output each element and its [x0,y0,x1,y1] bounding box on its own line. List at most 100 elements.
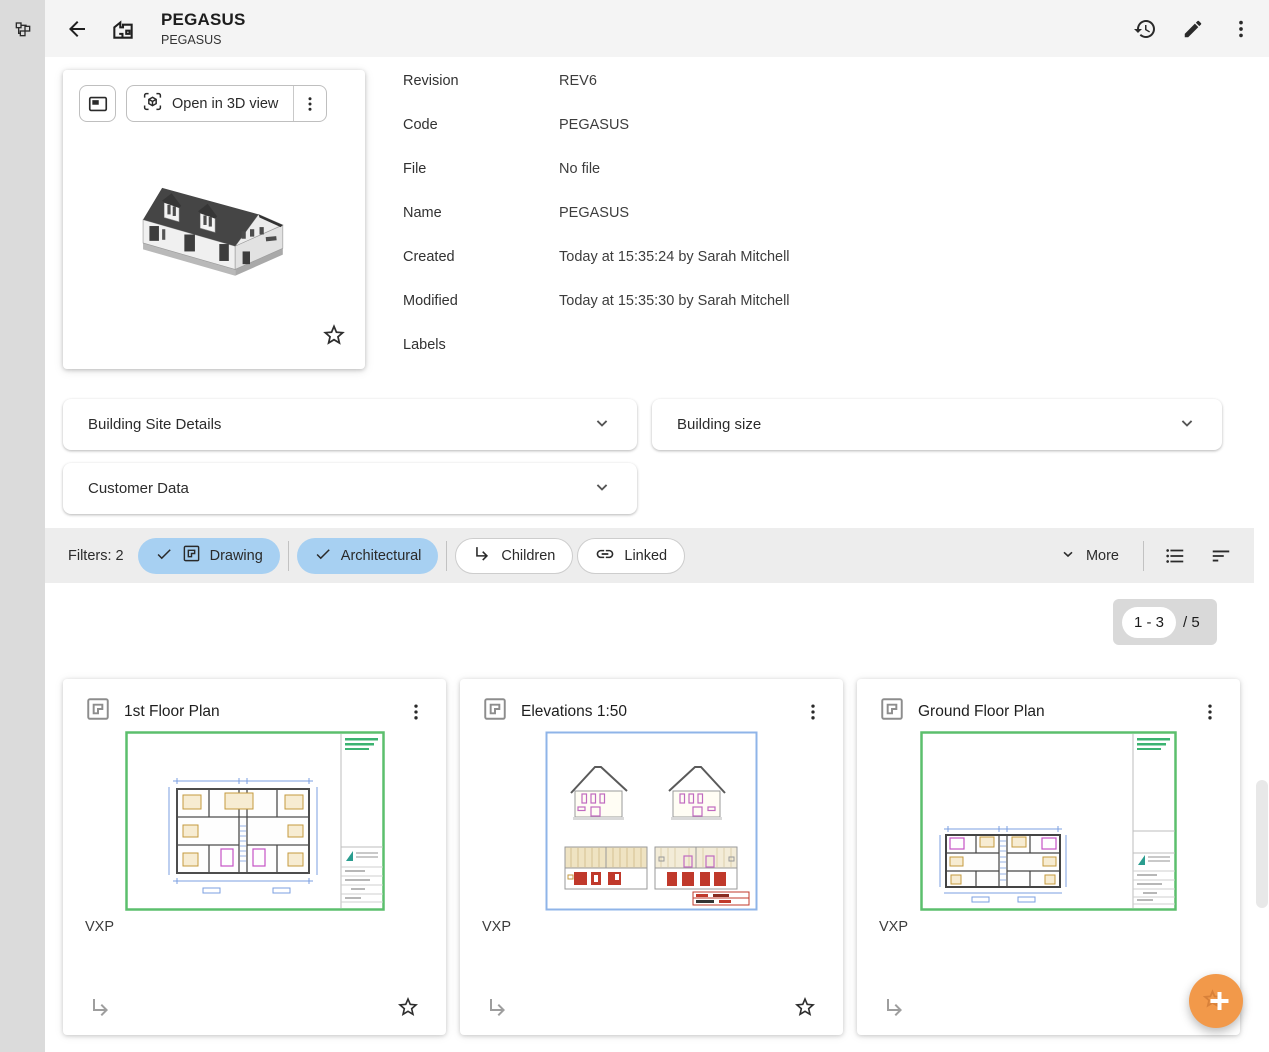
card-kebab-icon[interactable] [799,698,827,726]
drawing-thumbnail[interactable] [460,731,843,911]
open-3d-view-button[interactable]: Open in 3D view [127,86,293,121]
card-code: VXP [482,919,511,935]
detail-row-file: File No file [403,147,1023,191]
drawing-thumbnail[interactable] [857,731,1240,911]
pagination-range: 1 - 3 [1122,607,1176,638]
detail-row-labels: Labels [403,323,1023,367]
card-kebab-icon[interactable] [402,698,430,726]
top-bar-actions [1131,15,1269,43]
drawing-icon [182,544,201,567]
detail-row-code: Code PEGASUS [403,103,1023,147]
hierarchy-icon[interactable] [9,15,37,43]
card-footer [63,995,446,1019]
add-favorite-fab[interactable] [1189,974,1243,1028]
top-bar-left: PEGASUS PEGASUS [45,10,246,47]
detail-label: Code [403,117,559,133]
chevron-down-icon [592,413,612,437]
card-code: VXP [85,919,114,935]
detail-value: PEGASUS [559,205,629,221]
filter-chip-drawing[interactable]: Drawing [138,538,280,574]
kebab-menu-icon[interactable] [1227,15,1255,43]
chevron-down-icon [1177,413,1197,437]
chip-label: Linked [624,548,667,564]
favorite-icon[interactable] [396,995,420,1019]
sort-icon[interactable] [1208,542,1234,570]
card-title: 1st Floor Plan [124,703,220,721]
pagination-total: / 5 [1183,614,1200,631]
list-view-icon[interactable] [1162,542,1188,570]
favorite-icon[interactable] [321,322,347,351]
panel-building-size[interactable]: Building size [652,399,1222,450]
history-icon[interactable] [1131,15,1159,43]
scrollbar-thumb[interactable] [1256,780,1268,908]
detail-value: PEGASUS [559,117,629,133]
drawing-card-1st-floor-plan: 1st Floor Plan [63,679,446,1035]
card-code: VXP [879,919,908,935]
divider [288,541,289,571]
chip-label: Drawing [210,548,263,564]
chip-label: Architectural [341,548,422,564]
drawing-icon [85,696,111,727]
detail-row-created: Created Today at 15:35:24 by Sarah Mitch… [403,235,1023,279]
detail-value: No file [559,161,600,177]
children-icon [473,544,492,567]
pagination-control[interactable]: 1 - 3 / 5 [1113,599,1217,645]
drawing-thumbnail[interactable] [63,731,446,911]
card-footer [857,995,1240,1019]
linked-icon [595,544,615,568]
detail-label: Modified [403,293,559,309]
children-icon[interactable] [486,995,510,1019]
filters-count-label: Filters: 2 [68,548,124,564]
preview-toolbar: Open in 3D view [79,85,327,122]
filter-bar-right: More [1054,541,1234,571]
more-filters-button[interactable]: More [1054,545,1125,567]
detail-row-modified: Modified Today at 15:35:30 by Sarah Mitc… [403,279,1023,323]
top-bar: PEGASUS PEGASUS [45,0,1269,57]
title-wrap: PEGASUS PEGASUS [161,10,246,47]
filter-chip-architectural[interactable]: Architectural [297,538,439,574]
back-button[interactable] [63,15,91,43]
pip-icon[interactable] [79,85,116,122]
drawing-icon [482,696,508,727]
drawing-icon [879,696,905,727]
open-3d-view-label: Open in 3D view [172,96,278,112]
chevron-down-icon [1060,546,1076,566]
page-title: PEGASUS [161,10,246,30]
open-3d-group: Open in 3D view [126,85,327,122]
page-subtitle: PEGASUS [161,33,246,47]
children-icon[interactable] [89,995,113,1019]
card-title: Ground Floor Plan [918,703,1045,721]
filter-chip-linked[interactable]: Linked [577,538,685,574]
view-3d-icon [142,91,163,116]
panel-label: Building Site Details [88,416,221,433]
panel-customer-data[interactable]: Customer Data [63,463,637,514]
card-title: Elevations 1:50 [521,703,627,721]
detail-label: File [403,161,559,177]
check-icon [314,545,332,567]
drawing-card-ground-floor-plan: Ground Floor Plan [857,679,1240,1035]
panel-building-site-details[interactable]: Building Site Details [63,399,637,450]
chevron-down-icon [592,477,612,501]
card-header: Elevations 1:50 [460,679,843,727]
edit-icon[interactable] [1179,15,1207,43]
panel-label: Customer Data [88,480,189,497]
divider [446,541,447,571]
model-3d-thumbnail [124,165,304,292]
detail-label: Name [403,205,559,221]
detail-row-name: Name PEGASUS [403,191,1023,235]
card-kebab-icon[interactable] [1196,698,1224,726]
children-icon[interactable] [883,995,907,1019]
drawing-card-elevations: Elevations 1:50 [460,679,843,1035]
detail-label: Created [403,249,559,265]
detail-row-revision: Revision REV6 [403,59,1023,103]
open-3d-kebab-icon[interactable] [293,86,326,121]
filter-chip-children[interactable]: Children [455,538,573,574]
filter-bar: Filters: 2 Drawing Architectural Childre… [45,528,1254,583]
detail-label: Revision [403,73,559,89]
detail-label: Labels [403,337,559,353]
more-label: More [1086,548,1119,564]
card-footer [460,995,843,1019]
detail-value: Today at 15:35:30 by Sarah Mitchell [559,293,790,309]
favorite-icon[interactable] [793,995,817,1019]
building-icon [109,15,137,43]
